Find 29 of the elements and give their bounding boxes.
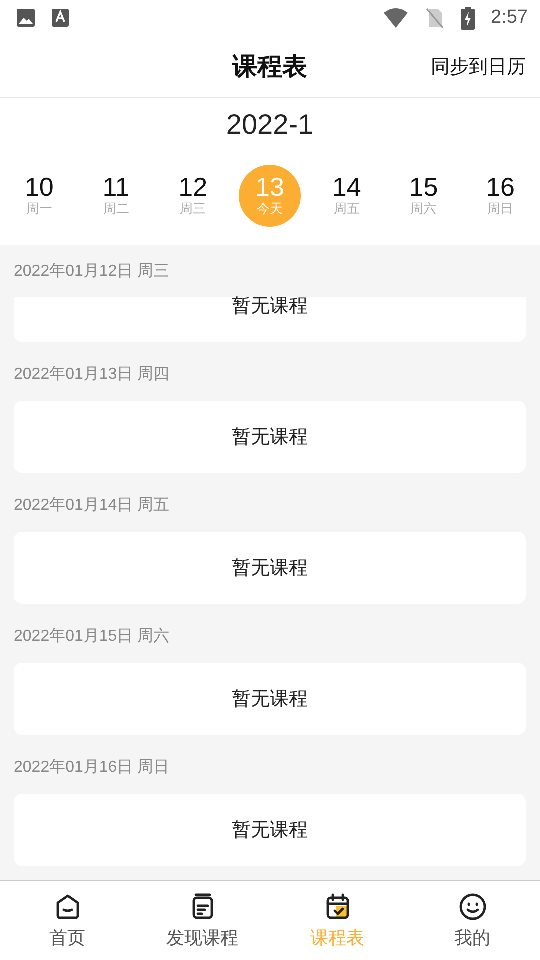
battery-icon xyxy=(461,6,476,30)
date-heading: 2022年01月13日 周四 xyxy=(14,365,170,385)
day-selector[interactable]: 10 周一 xyxy=(8,164,70,226)
date-heading: 2022年01月14日 周五 xyxy=(14,496,170,516)
sync-calendar-button[interactable]: 同步到日历 xyxy=(431,54,526,80)
day-selector[interactable]: 12 周三 xyxy=(162,164,224,226)
day-selector[interactable]: 11 周二 xyxy=(85,164,148,226)
wifi-icon xyxy=(383,8,410,28)
tab-bar-item[interactable]: 首页 xyxy=(50,881,86,960)
date-heading: 2022年01月15日 周六 xyxy=(14,626,170,647)
image-icon xyxy=(16,8,36,28)
day-selector[interactable]: 14 周五 xyxy=(316,164,378,226)
day-selector[interactable]: 16 周日 xyxy=(470,164,532,226)
date-heading: 2022年01月12日 周三 xyxy=(14,262,170,282)
no-course-text: 暂无课程 xyxy=(232,820,308,840)
tab-bar-item[interactable]: 发现课程 xyxy=(166,881,238,960)
no-course-text: 暂无课程 xyxy=(232,296,308,316)
no-sim-icon xyxy=(425,7,446,29)
no-course-text: 暂无课程 xyxy=(232,689,308,709)
smiley-icon xyxy=(458,892,488,922)
no-course-text: 暂无课程 xyxy=(232,427,308,447)
page-title: 课程表 xyxy=(232,51,308,83)
date-heading: 2022年01月16日 周日 xyxy=(14,758,170,778)
no-course-text: 暂无课程 xyxy=(232,558,308,578)
font-icon xyxy=(52,9,69,27)
day-selector[interactable]: 15 周六 xyxy=(392,164,455,226)
month-label: 2022-1 xyxy=(226,109,314,141)
clock-time: 2:57 xyxy=(491,7,528,29)
tab-bar-item[interactable]: 我的 xyxy=(454,881,490,960)
